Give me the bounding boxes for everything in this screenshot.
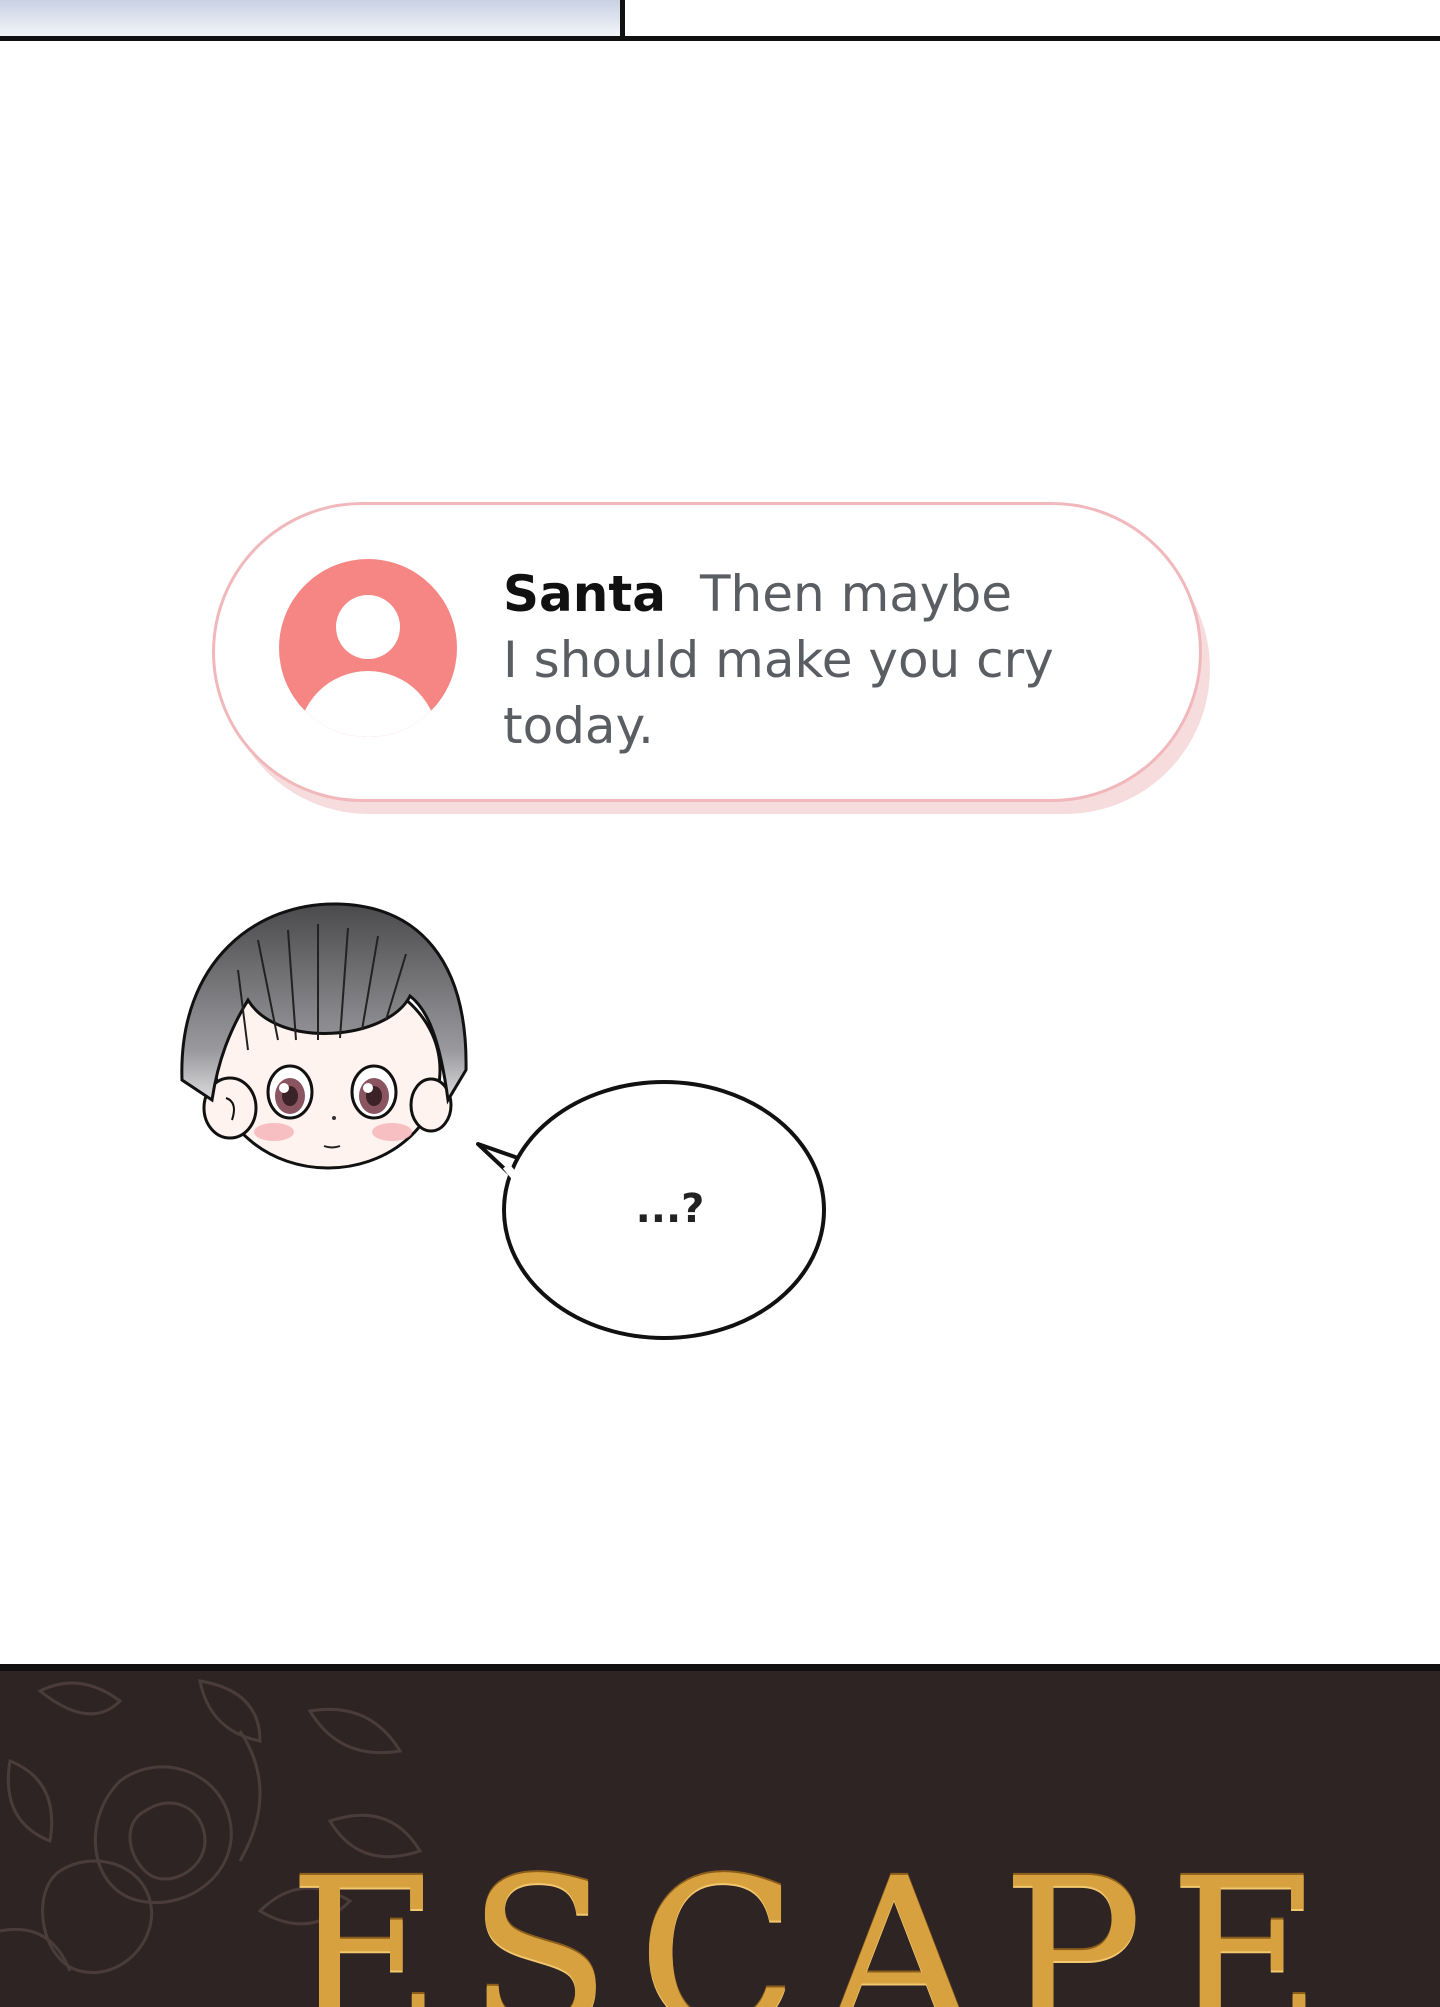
notification-message: Santa Then maybe I should make you cry to… bbox=[503, 561, 1143, 759]
notification-card: Santa Then maybe I should make you cry to… bbox=[212, 502, 1202, 802]
message-line-2: I should make you cry bbox=[503, 631, 1054, 689]
message-line-3: today. bbox=[503, 697, 654, 755]
avatar-head bbox=[336, 595, 400, 659]
message-notification: Santa Then maybe I should make you cry to… bbox=[212, 502, 1210, 814]
previous-panel-edge bbox=[0, 0, 1440, 41]
message-text-1: Then maybe bbox=[700, 565, 1013, 623]
sender-name: Santa bbox=[503, 565, 666, 623]
message-line-1: Santa Then maybe bbox=[503, 561, 1143, 627]
avatar-body bbox=[298, 671, 438, 737]
comic-title: ESCAPE bbox=[288, 1833, 1349, 2007]
previous-panel-art bbox=[0, 0, 625, 36]
speech-bubble-text: ...? bbox=[635, 1186, 705, 1232]
user-avatar-icon bbox=[279, 559, 457, 737]
next-chapter-banner: ESCAPE bbox=[0, 1664, 1440, 2007]
chibi-character-illustration bbox=[180, 902, 468, 1170]
